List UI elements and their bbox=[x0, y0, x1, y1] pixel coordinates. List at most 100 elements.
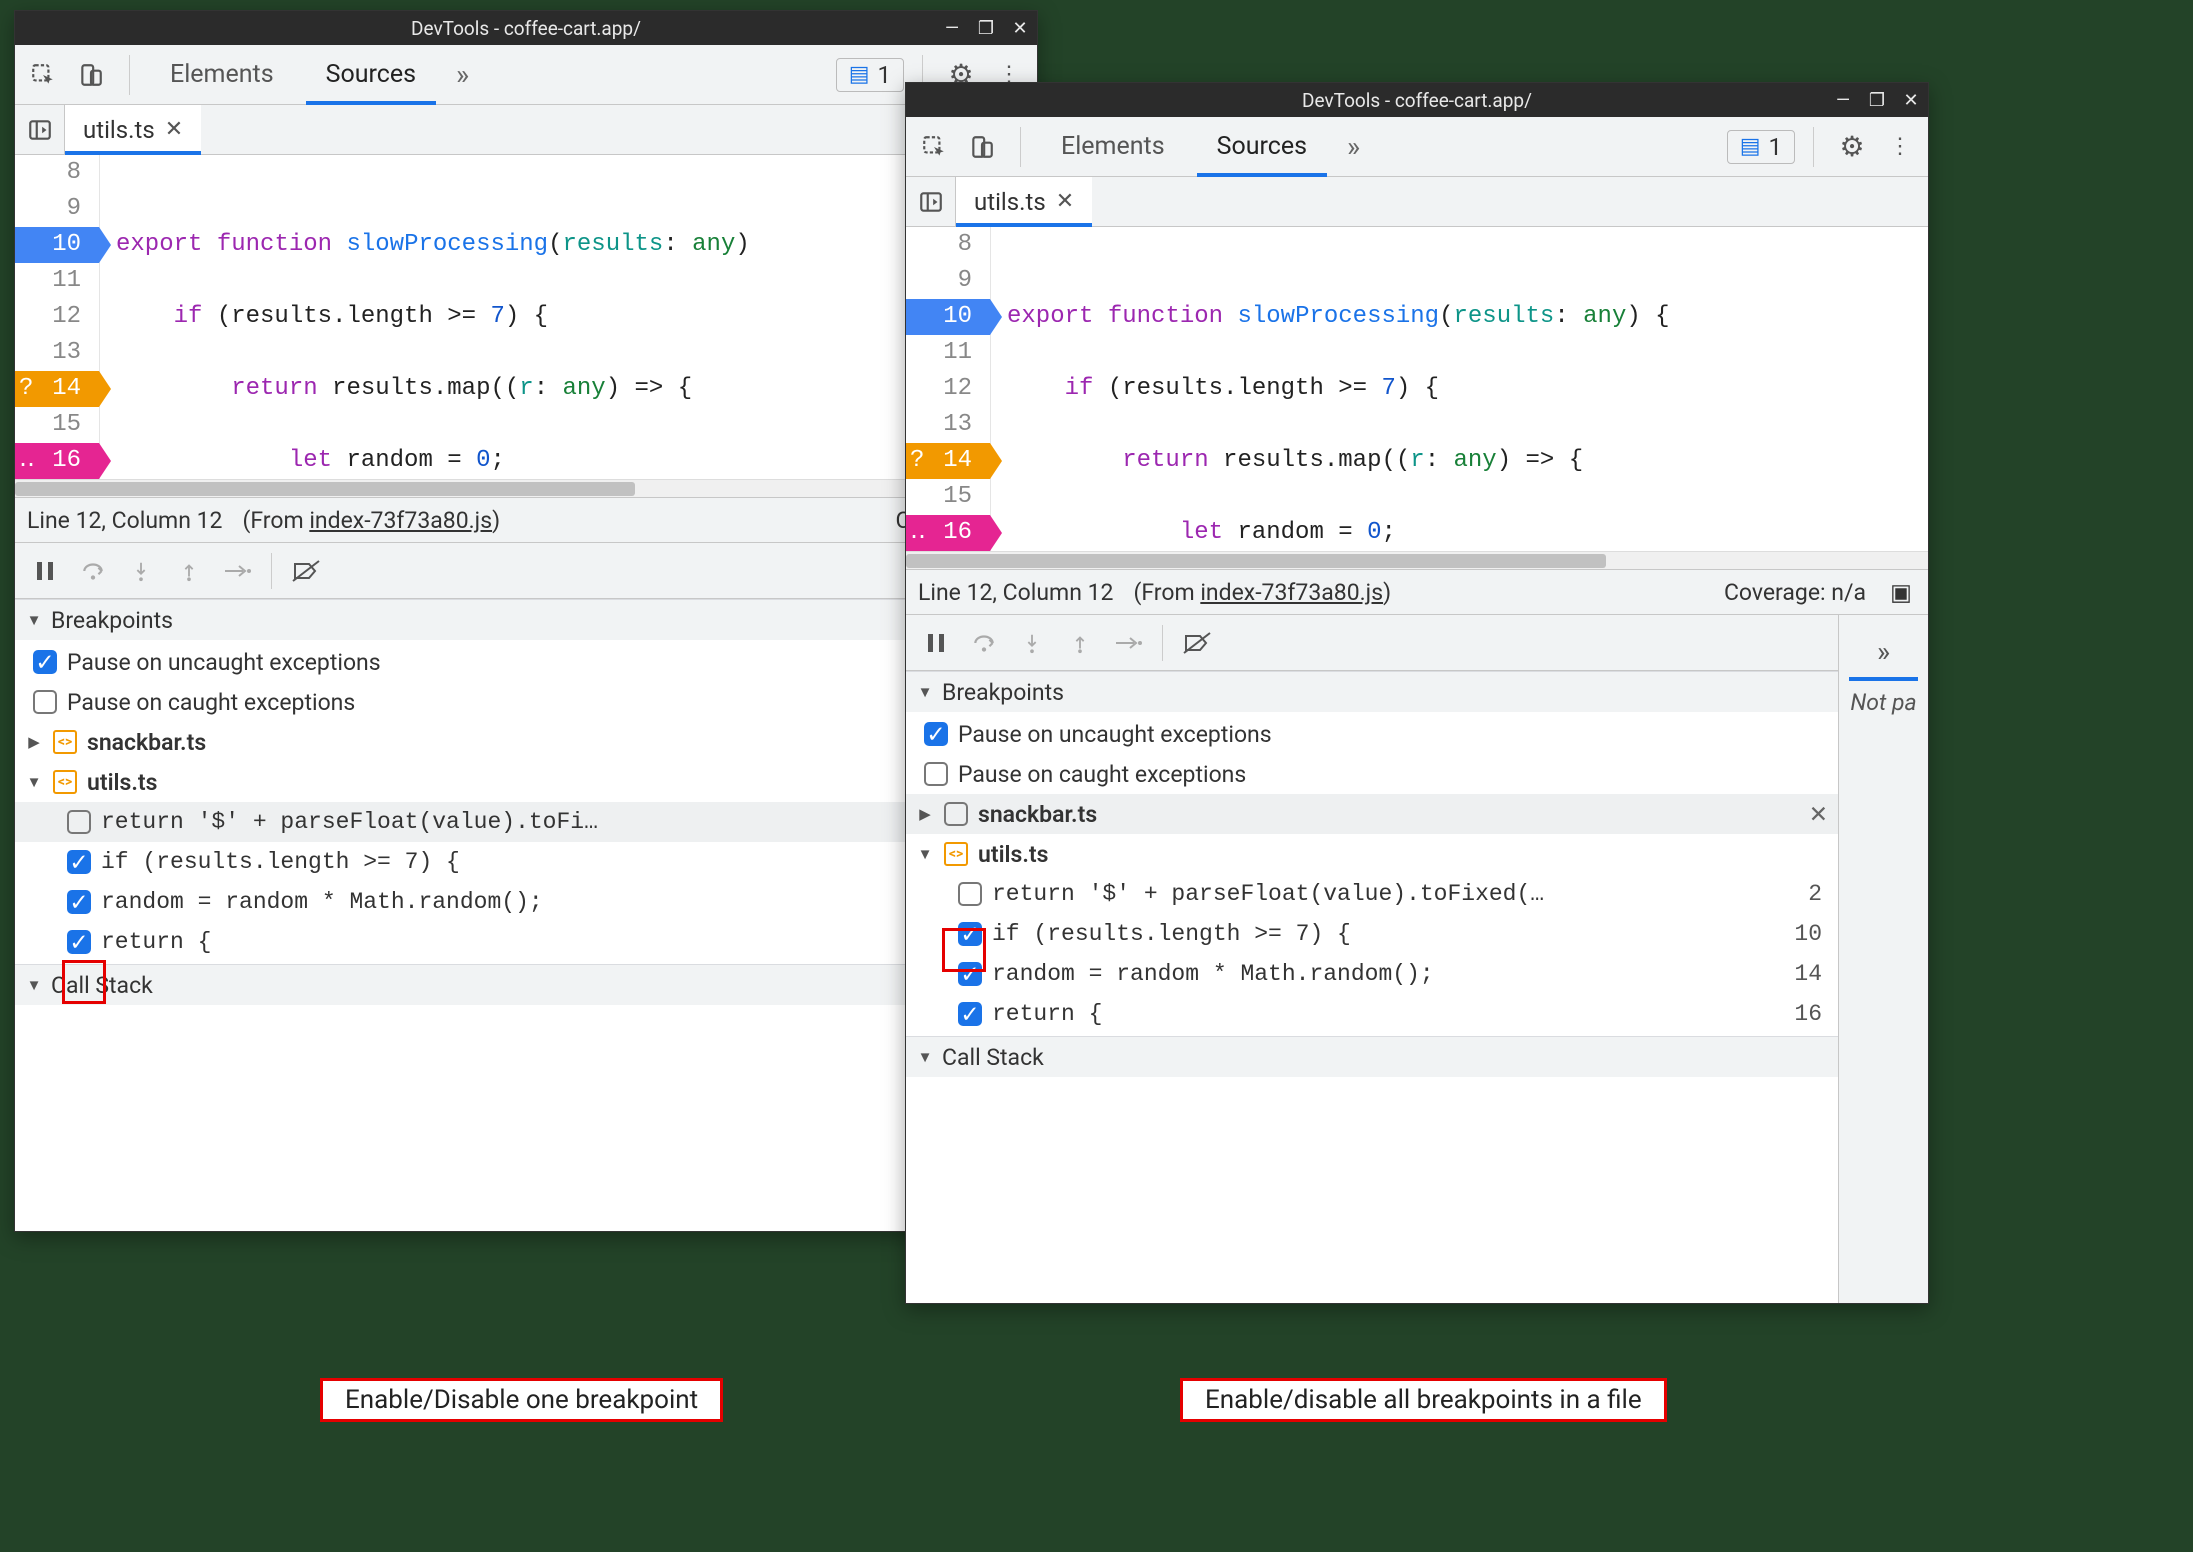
callstack-section-header[interactable]: ▼ Call Stack bbox=[906, 1037, 1838, 1077]
checkbox-icon[interactable]: ✓ bbox=[958, 962, 982, 986]
breakpoint-item[interactable]: ✓ random = random * Math.random(); 14 bbox=[15, 882, 1037, 922]
line-number[interactable]: 12 bbox=[15, 299, 99, 335]
horizontal-scrollbar[interactable] bbox=[906, 551, 1928, 569]
breakpoints-section-header[interactable]: ▼ Breakpoints bbox=[15, 600, 1037, 640]
close-tab-icon[interactable]: ✕ bbox=[1056, 189, 1074, 214]
checkbox-icon[interactable] bbox=[958, 882, 982, 906]
step-over-icon[interactable] bbox=[962, 621, 1006, 665]
pause-resume-icon[interactable] bbox=[23, 549, 67, 593]
line-gutter[interactable]: 8 9 10 11 12 13 ?14 15 ‥16 bbox=[15, 155, 100, 479]
expand-triangle-icon[interactable]: ▼ bbox=[25, 773, 43, 791]
step-into-icon[interactable] bbox=[119, 549, 163, 593]
line-number[interactable]: 8 bbox=[906, 227, 990, 263]
checkbox-icon[interactable]: ✓ bbox=[67, 890, 91, 914]
remove-file-breakpoints-icon[interactable]: ✕ bbox=[1809, 801, 1828, 828]
close-tab-icon[interactable]: ✕ bbox=[165, 117, 183, 142]
breakpoint-item[interactable]: ✓ if (results.length >= 7) { 10 bbox=[906, 914, 1838, 954]
line-number[interactable]: 13 bbox=[906, 407, 990, 443]
breakpoint-item[interactable]: return '$' + parseFloat(value).toFi… ✎ ✕… bbox=[15, 802, 1037, 842]
line-number[interactable]: 11 bbox=[15, 263, 99, 299]
more-tabs-icon[interactable]: » bbox=[1337, 130, 1370, 163]
checkbox-icon[interactable] bbox=[67, 810, 91, 834]
deactivate-breakpoints-icon[interactable] bbox=[284, 549, 328, 593]
code-editor[interactable]: 8 9 10 11 12 13 ?14 15 ‥16 export functi… bbox=[15, 155, 1037, 479]
line-number[interactable]: 9 bbox=[15, 191, 99, 227]
file-tab-utils[interactable]: utils.ts ✕ bbox=[65, 105, 201, 154]
callstack-section-header[interactable]: ▼ Call Stack bbox=[15, 965, 1037, 1005]
breakpoint-file-group[interactable]: ▼ <> utils.ts bbox=[906, 834, 1838, 874]
maximize-icon[interactable]: ❐ bbox=[1866, 90, 1888, 111]
checkbox-icon[interactable]: ✓ bbox=[924, 722, 948, 746]
issues-badge[interactable]: ▤ 1 bbox=[836, 58, 904, 92]
navigator-toggle-icon[interactable] bbox=[906, 177, 956, 226]
source-map-link[interactable]: index-73f73a80.js bbox=[1200, 579, 1383, 606]
kebab-menu-icon[interactable]: ⋮ bbox=[1880, 127, 1920, 167]
minimize-icon[interactable]: — bbox=[1832, 90, 1854, 111]
inspect-element-icon[interactable] bbox=[23, 55, 63, 95]
sidebar-more-icon[interactable]: » bbox=[1849, 625, 1918, 681]
code-editor[interactable]: 8 9 10 11 12 13 ?14 15 ‥16 export functi… bbox=[906, 227, 1928, 551]
breakpoints-section-header[interactable]: ▼ Breakpoints bbox=[906, 672, 1838, 712]
breakpoint-file-group[interactable]: ▼ <> utils.ts bbox=[15, 762, 1037, 802]
deactivate-breakpoints-icon[interactable] bbox=[1175, 621, 1219, 665]
line-gutter[interactable]: 8 9 10 11 12 13 ?14 15 ‥16 bbox=[906, 227, 991, 551]
step-over-icon[interactable] bbox=[71, 549, 115, 593]
tab-elements[interactable]: Elements bbox=[148, 45, 296, 104]
expand-triangle-icon[interactable]: ▼ bbox=[916, 845, 934, 863]
line-number[interactable]: 8 bbox=[15, 155, 99, 191]
breakpoint-item[interactable]: ✓ random = random * Math.random(); 14 bbox=[906, 954, 1838, 994]
code-content[interactable]: export function slowProcessing(results: … bbox=[991, 227, 1928, 551]
checkbox-icon[interactable]: ✓ bbox=[67, 930, 91, 954]
pause-uncaught-toggle[interactable]: ✓ Pause on uncaught exceptions bbox=[906, 714, 1838, 754]
inspect-element-icon[interactable] bbox=[914, 127, 954, 167]
close-icon[interactable]: ✕ bbox=[1900, 90, 1922, 111]
checkbox-icon[interactable]: ✓ bbox=[958, 1002, 982, 1026]
expand-triangle-icon[interactable]: ▶ bbox=[25, 733, 43, 751]
pause-caught-toggle[interactable]: Pause on caught exceptions bbox=[15, 682, 1037, 722]
source-map-link[interactable]: index-73f73a80.js bbox=[309, 507, 492, 534]
step-into-icon[interactable] bbox=[1010, 621, 1054, 665]
line-number-logpoint[interactable]: ‥16 bbox=[906, 515, 990, 551]
line-number-logpoint[interactable]: ‥16 bbox=[15, 443, 99, 479]
checkbox-icon[interactable] bbox=[33, 690, 57, 714]
file-tab-utils[interactable]: utils.ts ✕ bbox=[956, 177, 1092, 226]
device-toolbar-icon[interactable] bbox=[962, 127, 1002, 167]
checkbox-icon[interactable]: ✓ bbox=[67, 850, 91, 874]
minimize-icon[interactable]: — bbox=[941, 18, 963, 39]
issues-badge[interactable]: ▤ 1 bbox=[1727, 130, 1795, 164]
checkbox-icon[interactable]: ✓ bbox=[958, 922, 982, 946]
step-icon[interactable] bbox=[1106, 621, 1150, 665]
checkbox-icon[interactable] bbox=[924, 762, 948, 786]
line-number[interactable]: 13 bbox=[15, 335, 99, 371]
breakpoint-file-group[interactable]: ▶ snackbar.ts ✕ bbox=[906, 794, 1838, 834]
file-group-checkbox[interactable] bbox=[944, 802, 968, 826]
close-icon[interactable]: ✕ bbox=[1009, 18, 1031, 39]
step-out-icon[interactable] bbox=[167, 549, 211, 593]
line-number[interactable]: 15 bbox=[15, 407, 99, 443]
line-number[interactable]: 9 bbox=[906, 263, 990, 299]
expand-triangle-icon[interactable]: ▶ bbox=[916, 805, 934, 823]
pause-resume-icon[interactable] bbox=[914, 621, 958, 665]
device-toolbar-icon[interactable] bbox=[71, 55, 111, 95]
navigator-toggle-icon[interactable] bbox=[15, 105, 65, 154]
line-number-conditional-breakpoint[interactable]: ?14 bbox=[906, 443, 990, 479]
more-tabs-icon[interactable]: » bbox=[446, 58, 479, 91]
breakpoint-item[interactable]: ✓ return { 16 bbox=[906, 994, 1838, 1034]
breakpoint-file-group[interactable]: ▶ <> snackbar.ts bbox=[15, 722, 1037, 762]
step-out-icon[interactable] bbox=[1058, 621, 1102, 665]
tab-sources[interactable]: Sources bbox=[1195, 117, 1329, 176]
checkbox-icon[interactable]: ✓ bbox=[33, 650, 57, 674]
line-number-breakpoint[interactable]: 10 bbox=[15, 227, 99, 263]
tab-elements[interactable]: Elements bbox=[1039, 117, 1187, 176]
code-content[interactable]: export function slowProcessing(results: … bbox=[100, 155, 1037, 479]
pause-uncaught-toggle[interactable]: ✓ Pause on uncaught exceptions bbox=[15, 642, 1037, 682]
line-number[interactable]: 15 bbox=[906, 479, 990, 515]
collapse-bottom-icon[interactable]: ▣ bbox=[1886, 579, 1916, 606]
maximize-icon[interactable]: ❐ bbox=[975, 18, 997, 39]
line-number-breakpoint[interactable]: 10 bbox=[906, 299, 990, 335]
tab-sources[interactable]: Sources bbox=[304, 45, 438, 104]
line-number-conditional-breakpoint[interactable]: ?14 bbox=[15, 371, 99, 407]
settings-gear-icon[interactable] bbox=[1832, 127, 1872, 167]
pause-caught-toggle[interactable]: Pause on caught exceptions bbox=[906, 754, 1838, 794]
line-number[interactable]: 11 bbox=[906, 335, 990, 371]
